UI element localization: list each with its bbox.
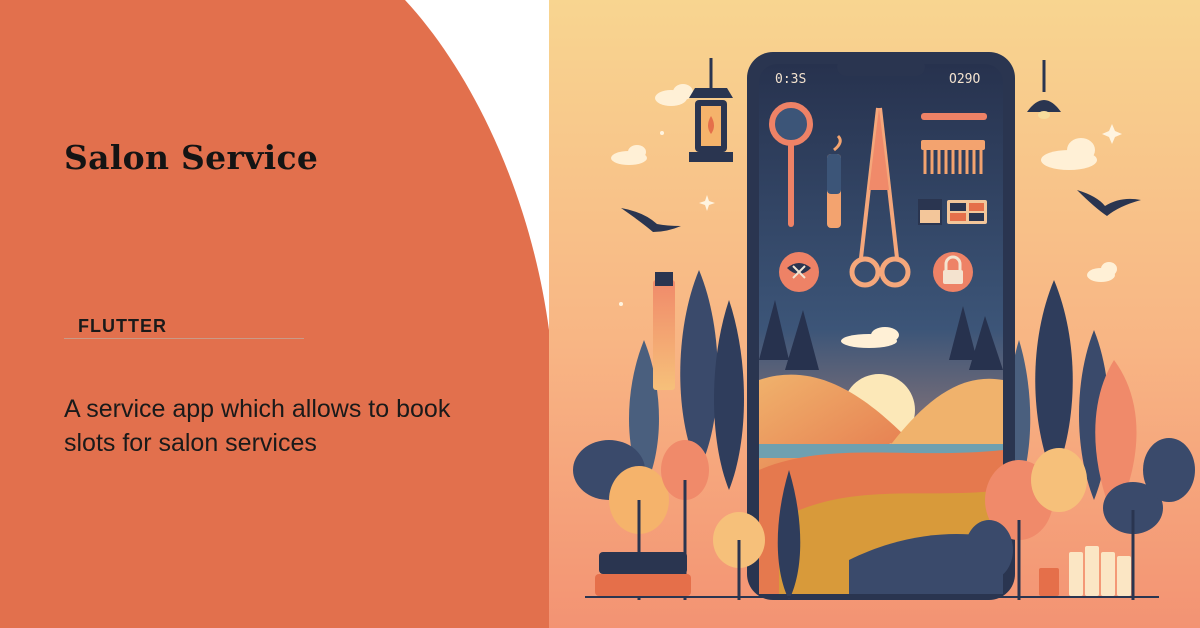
hero-illustration: 0:3S O29O	[549, 0, 1200, 628]
info-panel: Salon Service FLUTTER A service app whic…	[0, 0, 560, 628]
books-icon	[595, 552, 691, 596]
panel-background	[0, 0, 549, 628]
page-title: Salon Service	[64, 138, 319, 177]
status-time: 0:3S	[775, 72, 806, 87]
palette-icon	[918, 199, 987, 225]
eye-icon	[779, 252, 819, 292]
comb-icon	[921, 140, 985, 174]
slider-bar	[921, 113, 987, 120]
tech-tag: FLUTTER	[78, 316, 167, 336]
lock-icon	[933, 252, 973, 292]
app-description: A service app which allows to book slots…	[64, 395, 451, 457]
status-battery: O29O	[949, 72, 980, 87]
tag-divider	[64, 338, 304, 339]
